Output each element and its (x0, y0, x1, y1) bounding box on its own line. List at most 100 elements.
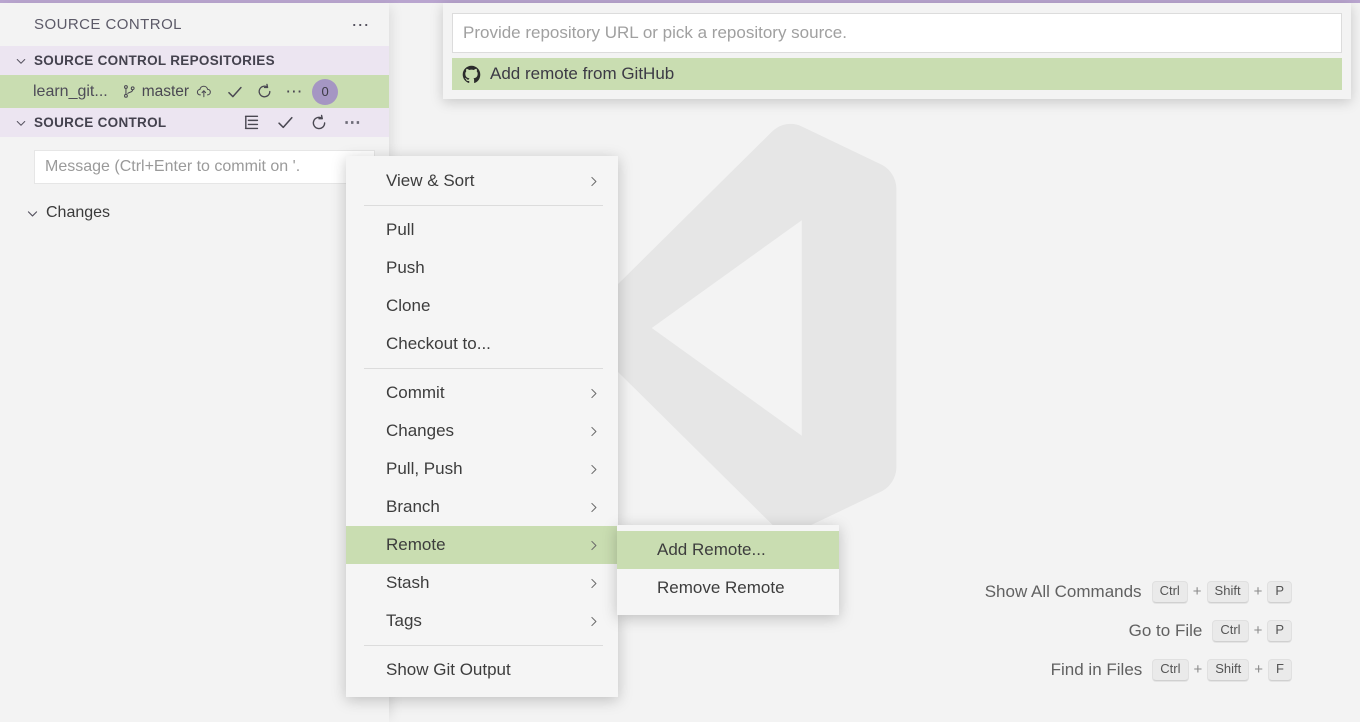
menu-item-label: Show Git Output (386, 660, 511, 679)
key-cap: Ctrl (1151, 581, 1188, 603)
repository-branch: master (122, 83, 213, 101)
watermark-shortcuts: Show All Commands Ctrl + Shift + P Go to… (985, 581, 1292, 681)
check-icon[interactable] (275, 113, 295, 133)
menu-item-label: Push (386, 258, 425, 277)
section-header-source-control[interactable]: SOURCE CONTROL ⋯ (0, 108, 389, 137)
key-cap: P (1267, 619, 1292, 642)
repository-url-input[interactable]: Provide repository URL or pick a reposit… (452, 13, 1342, 53)
menu-item-label: Add Remote... (657, 540, 766, 559)
menu-item-label: Commit (386, 383, 445, 402)
key-cap: Ctrl (1152, 658, 1189, 681)
chevron-right-icon (587, 501, 604, 514)
menu-item-label: View & Sort (386, 171, 475, 190)
menu-separator (364, 368, 603, 369)
chevron-right-icon (587, 425, 604, 438)
menu-item-commit[interactable]: Commit (346, 374, 618, 412)
key-cap: Shift (1207, 658, 1250, 681)
branch-name: master (141, 82, 190, 100)
chevron-right-icon (587, 387, 604, 400)
changes-group-row[interactable]: Changes (0, 199, 389, 227)
key-plus: + (1253, 583, 1263, 601)
repository-url-placeholder: Provide repository URL or pick a reposit… (463, 23, 847, 42)
repository-row[interactable]: learn_git... master ⋯ 0 (0, 75, 389, 108)
shortcut-label: Find in Files (1050, 659, 1143, 679)
sidebar-title-row: SOURCE CONTROL ⋯ (0, 3, 389, 46)
refresh-icon[interactable] (309, 113, 329, 133)
menu-item-clone[interactable]: Clone (346, 287, 618, 325)
key-plus: + (1193, 661, 1203, 679)
check-icon[interactable] (225, 82, 244, 101)
ellipsis-icon[interactable]: ⋯ (343, 113, 363, 133)
vscode-window: Show All Commands Ctrl + Shift + P Go to… (0, 0, 1360, 722)
section-actions: ⋯ (241, 113, 381, 133)
cloud-upload-icon[interactable] (196, 84, 213, 99)
menu-item-remote[interactable]: Remote (346, 526, 618, 564)
quick-input-item-label: Add remote from GitHub (490, 64, 675, 83)
chevron-down-icon (12, 55, 30, 67)
chevron-right-icon (587, 615, 604, 628)
key-plus: + (1254, 661, 1264, 679)
shortcut-label: Show All Commands (984, 581, 1142, 601)
key-cap: P (1267, 581, 1292, 603)
menu-item-pull[interactable]: Pull (346, 211, 618, 249)
commit-message-input[interactable]: Message (Ctrl+Enter to commit on '. (34, 150, 375, 184)
menu-item-label: Clone (386, 296, 431, 315)
source-control-sidebar: SOURCE CONTROL ⋯ SOURCE CONTROL REPOSITO… (0, 3, 389, 722)
shortcut-row-2: Find in Files Ctrl + Shift + F (1050, 658, 1292, 681)
menu-item-label: Pull (386, 220, 415, 239)
menu-item-push[interactable]: Push (346, 249, 618, 287)
chevron-right-icon (587, 463, 604, 476)
refresh-icon[interactable] (255, 82, 274, 101)
chevron-right-icon (587, 539, 604, 552)
menu-item-pull-push[interactable]: Pull, Push (346, 450, 618, 488)
section-title: SOURCE CONTROL REPOSITORIES (34, 53, 275, 68)
quick-input-item-add-remote-from-github[interactable]: Add remote from GitHub (452, 58, 1342, 90)
shortcut-keys: Ctrl + Shift + F (1152, 658, 1292, 681)
menu-item-label: Tags (386, 611, 422, 630)
menu-item-label: Branch (386, 497, 440, 516)
key-cap: Shift (1206, 581, 1249, 603)
git-context-menu: View & Sort Pull Push Clone Checkout to.… (346, 156, 618, 697)
commit-message-placeholder: Message (Ctrl+Enter to commit on '. (45, 158, 301, 175)
submenu-item-remove-remote[interactable]: Remove Remote (617, 569, 839, 607)
menu-item-label: Remote (386, 535, 446, 554)
menu-separator (364, 645, 603, 646)
git-branch-icon (122, 84, 137, 99)
ellipsis-icon[interactable]: ⋯ (347, 12, 375, 38)
shortcut-keys: Ctrl + P (1212, 619, 1292, 642)
chevron-down-icon (12, 117, 30, 129)
key-cap: F (1268, 658, 1292, 681)
view-as-tree-icon[interactable] (241, 113, 261, 133)
menu-separator (364, 205, 603, 206)
menu-item-tags[interactable]: Tags (346, 602, 618, 640)
key-plus: + (1253, 622, 1263, 640)
key-cap: Ctrl (1212, 619, 1249, 642)
submenu-item-add-remote[interactable]: Add Remote... (617, 531, 839, 569)
menu-item-show-git-output[interactable]: Show Git Output (346, 651, 618, 689)
shortcut-keys: Ctrl + Shift + P (1151, 581, 1292, 603)
menu-item-stash[interactable]: Stash (346, 564, 618, 602)
menu-item-view-and-sort[interactable]: View & Sort (346, 162, 618, 200)
shortcut-label: Go to File (1128, 620, 1203, 640)
shortcut-row-0: Show All Commands Ctrl + Shift + P (985, 581, 1292, 603)
section-header-repositories[interactable]: SOURCE CONTROL REPOSITORIES (0, 46, 389, 75)
remote-submenu: Add Remote... Remove Remote (617, 525, 839, 615)
shortcut-row-1: Go to File Ctrl + P (1128, 619, 1292, 642)
menu-item-branch[interactable]: Branch (346, 488, 618, 526)
repository-actions: ⋯ (225, 82, 304, 101)
page-title: SOURCE CONTROL (34, 16, 182, 33)
section-title: SOURCE CONTROL (34, 115, 167, 130)
menu-item-label: Remove Remote (657, 578, 785, 597)
github-icon (462, 65, 481, 84)
menu-item-label: Changes (386, 421, 455, 440)
quick-input-list: Add remote from GitHub (452, 58, 1342, 90)
menu-item-label: Stash (386, 573, 430, 592)
repository-name: learn_git... (33, 82, 108, 100)
menu-item-changes[interactable]: Changes (346, 412, 618, 450)
chevron-right-icon (587, 577, 604, 590)
quick-input-panel: Provide repository URL or pick a reposit… (443, 3, 1351, 99)
menu-item-label: Pull, Push (386, 459, 463, 478)
chevron-right-icon (587, 175, 604, 188)
menu-item-checkout-to[interactable]: Checkout to... (346, 325, 618, 363)
ellipsis-icon[interactable]: ⋯ (285, 82, 304, 101)
